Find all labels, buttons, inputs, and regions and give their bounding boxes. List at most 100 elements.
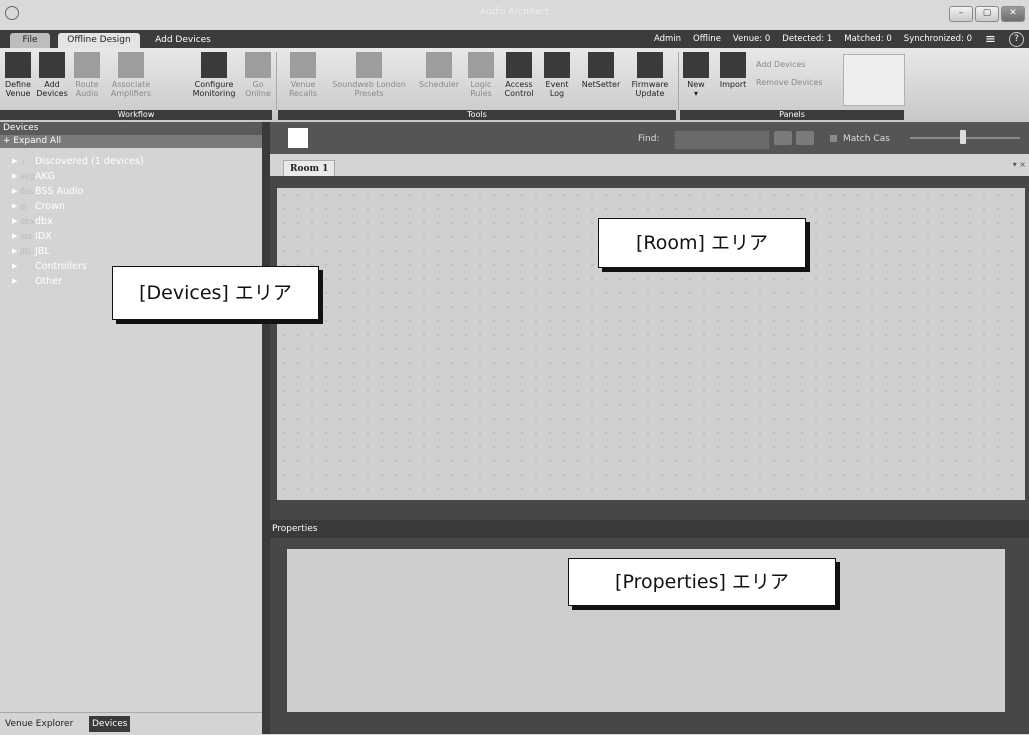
panel-remove-devices-button[interactable]: Remove Devices — [756, 78, 823, 87]
close-button[interactable]: ✕ — [1001, 6, 1025, 22]
soundweb-london-presets-button[interactable]: Soundweb London Presets — [326, 50, 412, 98]
associate-amplifiers-label-2: Amplifiers — [110, 89, 152, 98]
expand-arrow-icon[interactable]: ▶ — [12, 259, 17, 274]
panel-add-devices-button[interactable]: Add Devices — [756, 60, 806, 69]
tree-item-crown[interactable]: ▶ ◎ Crown — [0, 199, 262, 214]
status-bar: Admin Offline Venue: 0 Detected: 1 Match… — [654, 30, 1024, 48]
properties-area-callout: [Properties] エリア — [568, 558, 836, 606]
devices-area-callout: [Devices] エリア — [112, 266, 319, 320]
help-icon[interactable]: ? — [1009, 31, 1024, 47]
configure-monitoring-label: Configure — [194, 80, 234, 89]
status-admin[interactable]: Admin — [654, 34, 681, 44]
tree-item-label: BSS Audio — [35, 186, 84, 197]
logic-rules-label-2: Rules — [470, 89, 492, 98]
expand-all-button[interactable]: + Expand All — [0, 135, 262, 148]
route-audio-button[interactable]: Route Audio — [70, 50, 104, 98]
crown-logo-icon: ◎ — [20, 202, 27, 211]
tree-item-label: Discovered (1 devices) — [35, 156, 144, 167]
define-venue-label: Define — [4, 80, 32, 89]
go-online-button[interactable]: Go Online — [244, 50, 272, 98]
panel-splitter[interactable] — [262, 122, 270, 734]
tree-item-label: IDX — [35, 231, 52, 242]
title-bar: Audio Architect – ▢ ✕ — [0, 0, 1029, 30]
minimize-button[interactable]: – — [949, 6, 973, 22]
access-control-button[interactable]: Access Control — [500, 50, 538, 98]
panel-list-box[interactable] — [843, 54, 905, 106]
new-panel-button[interactable]: New ▾ — [682, 50, 710, 98]
expand-arrow-icon[interactable]: ▶ — [12, 154, 17, 169]
tree-item-label: AKG — [35, 171, 56, 182]
clock-icon — [426, 52, 452, 78]
configure-monitoring-button[interactable]: Configure Monitoring — [186, 50, 242, 98]
import-button[interactable]: Import — [716, 50, 750, 89]
tree-item-discovered[interactable]: ▶ ⊥ Discovered (1 devices) — [0, 154, 262, 169]
access-control-label-2: Control — [504, 89, 534, 98]
tab-file[interactable]: File — [10, 33, 50, 48]
tree-item-jbl[interactable]: ▶ JBL JBL — [0, 244, 262, 259]
tab-offline-design[interactable]: Offline Design — [58, 33, 140, 48]
tree-item-akg[interactable]: ▶ akg AKG — [0, 169, 262, 184]
define-venue-button[interactable]: Define Venue — [2, 50, 34, 98]
expand-arrow-icon[interactable]: ▶ — [12, 274, 17, 289]
list-plus-icon — [39, 52, 65, 78]
workflow-group: Define Venue Add Devices Route Audio Ass… — [0, 50, 272, 120]
define-venue-label-2: Venue — [5, 89, 31, 98]
status-detected: Detected: 1 — [782, 34, 833, 44]
tab-venue-explorer[interactable]: Venue Explorer — [2, 716, 76, 732]
maximize-button[interactable]: ▢ — [975, 6, 999, 22]
akg-logo-icon: akg — [20, 172, 35, 181]
venue-recalls-label: Venue — [290, 80, 316, 89]
monitor-gear-icon — [201, 52, 227, 78]
ribbon: Define Venue Add Devices Route Audio Ass… — [0, 48, 1029, 122]
list-icon — [544, 52, 570, 78]
zoom-slider-handle[interactable] — [960, 130, 966, 144]
ribbon-tab-row: File Offline Design Add Devices Admin Of… — [0, 30, 1029, 48]
tab-menu-icon[interactable]: ▾ × — [1013, 160, 1026, 169]
tab-room-1[interactable]: Room 1 — [283, 160, 336, 177]
expand-arrow-icon[interactable]: ▶ — [12, 244, 17, 259]
tree-item-label: JBL — [35, 246, 50, 257]
firmware-update-label-2: Update — [635, 89, 665, 98]
venue-recalls-button[interactable]: Venue Recalls — [284, 50, 322, 98]
tree-item-dbx[interactable]: ▶ dbx dbx — [0, 214, 262, 229]
associate-amplifiers-button[interactable]: Associate Amplifiers — [106, 50, 156, 98]
menu-icon[interactable]: ≡ — [984, 33, 997, 46]
find-next-button[interactable] — [796, 131, 814, 145]
ribbon-separator — [276, 52, 277, 110]
tab-add-devices[interactable]: Add Devices — [148, 33, 218, 48]
find-input[interactable] — [674, 130, 770, 150]
expand-arrow-icon[interactable]: ▶ — [12, 184, 17, 199]
expand-arrow-icon[interactable]: ▶ — [12, 229, 17, 244]
online-icon — [245, 52, 271, 78]
tree-item-bss-audio[interactable]: ▶ Bss BSS Audio — [0, 184, 262, 199]
match-case-checkbox[interactable] — [830, 135, 837, 142]
find-previous-button[interactable] — [774, 131, 792, 145]
associate-amplifiers-label: Associate — [111, 80, 151, 89]
status-matched: Matched: 0 — [844, 34, 892, 44]
status-synchronized: Synchronized: 0 — [903, 34, 972, 44]
logic-rules-button[interactable]: Logic Rules — [466, 50, 496, 98]
netsetter-button[interactable]: NetSetter — [578, 50, 624, 89]
expand-arrow-icon[interactable]: ▶ — [12, 169, 17, 184]
tools-group-label: Tools — [278, 110, 676, 120]
layout-icon[interactable] — [288, 128, 308, 148]
scheduler-label: Scheduler — [418, 80, 460, 89]
expand-arrow-icon[interactable]: ▶ — [12, 199, 17, 214]
firmware-update-button[interactable]: Firmware Update — [628, 50, 672, 98]
event-log-label: Event — [545, 80, 569, 89]
jbl-logo-icon: JBL — [20, 247, 33, 256]
match-case-label: Match Cas — [843, 134, 890, 144]
tree-item-idx[interactable]: ▶ idx IDX — [0, 229, 262, 244]
expand-arrow-icon[interactable]: ▶ — [12, 214, 17, 229]
event-log-button[interactable]: Event Log — [542, 50, 572, 98]
add-devices-button[interactable]: Add Devices — [36, 50, 68, 98]
soundweb-london-presets-label-2: Presets — [354, 89, 384, 98]
tab-devices[interactable]: Devices — [89, 716, 131, 732]
devices-panel: Devices + Expand All ▶ ⊥ Discovered (1 d… — [0, 122, 262, 712]
go-online-label-2: Online — [245, 89, 271, 98]
dbx-logo-icon: dbx — [20, 217, 35, 226]
properties-header: Properties — [270, 520, 1029, 538]
firmware-update-label: Firmware — [631, 80, 669, 89]
go-online-label: Go — [252, 80, 264, 89]
scheduler-button[interactable]: Scheduler — [416, 50, 462, 89]
